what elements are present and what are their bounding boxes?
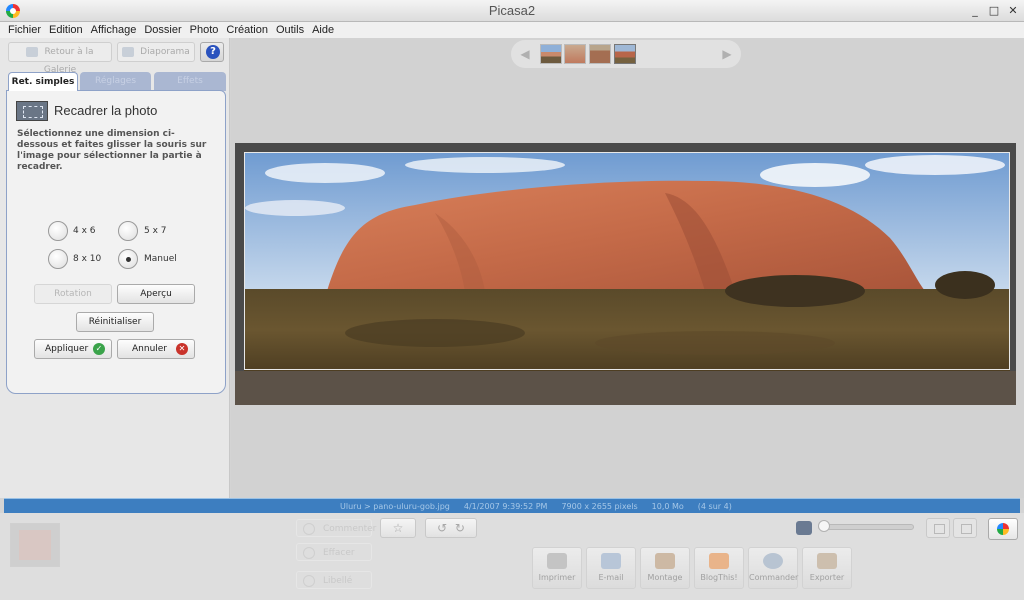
edit-panel: Retour à la Galerie Diaporama ? Ret. sim… [0, 38, 230, 498]
menu-bar: Fichier Edition Affichage Dossier Photo Créat… [0, 22, 1024, 38]
window-title: Picasa2 [488, 3, 536, 18]
printer-icon [547, 553, 567, 569]
status-dimensions: 7900 x 2655 pixels [561, 502, 638, 511]
status-date: 4/1/2007 9:39:52 PM [463, 502, 548, 511]
crop-icon [16, 101, 48, 121]
compare-view-button[interactable] [953, 518, 977, 538]
zoom-slider[interactable] [818, 524, 914, 530]
tab-reglages[interactable]: Réglages [80, 72, 151, 91]
close-icon[interactable]: ✕ [1006, 4, 1020, 18]
collage-icon [655, 553, 675, 569]
help-button[interactable]: ? [200, 42, 224, 62]
globe-icon [763, 553, 783, 569]
cancel-button[interactable]: Annuler ✕ [117, 339, 195, 359]
menu-fichier[interactable]: Fichier [4, 22, 45, 38]
radio-manuel[interactable] [118, 249, 138, 269]
picasa-logo-icon [997, 523, 1009, 535]
email-button[interactable]: E-mail [586, 547, 636, 589]
check-icon: ✓ [93, 343, 105, 355]
rotate-right-icon[interactable]: ↻ [455, 521, 465, 535]
clear-ghost: Effacer [296, 543, 372, 561]
picasa-web-button[interactable] [988, 518, 1018, 540]
tab-effets[interactable]: Effets [154, 72, 226, 91]
menu-dossier[interactable]: Dossier [140, 22, 185, 38]
label-ghost: Libellé [296, 571, 372, 589]
reset-button[interactable]: Réinitialiser [76, 312, 154, 332]
tab-ret-simples[interactable]: Ret. simples [8, 72, 78, 91]
panel-description: Sélectionnez une dimension ci-dessous et… [17, 129, 207, 172]
status-path: Uluru > pano-uluru-gob.jpg [340, 502, 450, 511]
status-bar: Uluru > pano-uluru-gob.jpg 4/1/2007 9:39:… [4, 498, 1020, 513]
star-icon: ☆ [392, 521, 404, 535]
menu-aide[interactable]: Aide [308, 22, 338, 38]
radio-8x10-label: 8 x 10 [73, 254, 102, 264]
crop-selection-rectangle[interactable] [244, 152, 1010, 370]
slideshow-icon [122, 46, 135, 57]
title-bar: Picasa2 _ □ ✕ [0, 0, 1024, 22]
apply-button[interactable]: Appliquer ✓ [34, 339, 112, 359]
blogger-icon [709, 553, 729, 569]
email-icon [601, 553, 621, 569]
photo-frame [235, 143, 1016, 405]
radio-4x6[interactable] [48, 221, 68, 241]
menu-outils[interactable]: Outils [272, 22, 308, 38]
filmstrip-thumb[interactable] [540, 44, 562, 64]
minimize-icon[interactable]: _ [968, 4, 982, 18]
preview-button[interactable]: Aperçu [117, 284, 195, 304]
rotation-button[interactable]: Rotation [34, 284, 112, 304]
status-position: (4 sur 4) [697, 502, 732, 511]
panel-title: Recadrer la photo [54, 103, 158, 118]
selected-photo-thumbnail [10, 523, 60, 567]
radio-manuel-label: Manuel [144, 254, 177, 264]
star-button[interactable]: ☆ [380, 518, 416, 538]
slideshow-button[interactable]: Diaporama [117, 42, 195, 62]
status-size: 10,0 Mo [651, 502, 684, 511]
photo-viewer: ◀ ▶ [231, 38, 1024, 498]
single-view-button[interactable] [926, 518, 950, 538]
bottom-toolbar: Commenter Effacer Libellé ☆ ↺ ↻ Imprimer… [0, 513, 1024, 600]
filmstrip-thumb[interactable] [589, 44, 611, 64]
filmstrip-thumb[interactable] [564, 44, 586, 64]
zoom-slider-handle[interactable] [818, 520, 830, 532]
next-photo-icon[interactable]: ▶ [719, 46, 735, 62]
menu-affichage[interactable]: Affichage [87, 22, 141, 38]
export-icon [817, 553, 837, 569]
crop-panel: Recadrer la photo Sélectionnez une dimen… [6, 90, 226, 394]
filmstrip-thumb-current[interactable] [614, 44, 636, 64]
collage-button[interactable]: Montage [640, 547, 690, 589]
radio-4x6-label: 4 x 6 [73, 226, 96, 236]
rotate-buttons: ↺ ↻ [425, 518, 477, 538]
radio-8x10[interactable] [48, 249, 68, 269]
menu-creation[interactable]: Création [222, 22, 272, 38]
menu-edition[interactable]: Edition [45, 22, 87, 38]
radio-5x7[interactable] [118, 221, 138, 241]
prev-photo-icon[interactable]: ◀ [517, 46, 533, 62]
back-to-library-button[interactable]: Retour à la Galerie [8, 42, 112, 75]
help-icon: ? [206, 45, 220, 59]
order-prints-button[interactable]: Commander [748, 547, 798, 589]
print-button[interactable]: Imprimer [532, 547, 582, 589]
back-arrow-icon [26, 46, 39, 57]
filmstrip: ◀ ▶ [511, 40, 741, 68]
menu-photo[interactable]: Photo [186, 22, 223, 38]
zoom-icon [796, 521, 812, 535]
caption-ghost: Commenter [296, 519, 376, 537]
cancel-x-icon: ✕ [176, 343, 188, 355]
export-button[interactable]: Exporter [802, 547, 852, 589]
maximize-icon[interactable]: □ [987, 4, 1001, 18]
radio-5x7-label: 5 x 7 [144, 226, 167, 236]
rotate-left-icon[interactable]: ↺ [437, 521, 447, 535]
blogthis-button[interactable]: BlogThis! [694, 547, 744, 589]
